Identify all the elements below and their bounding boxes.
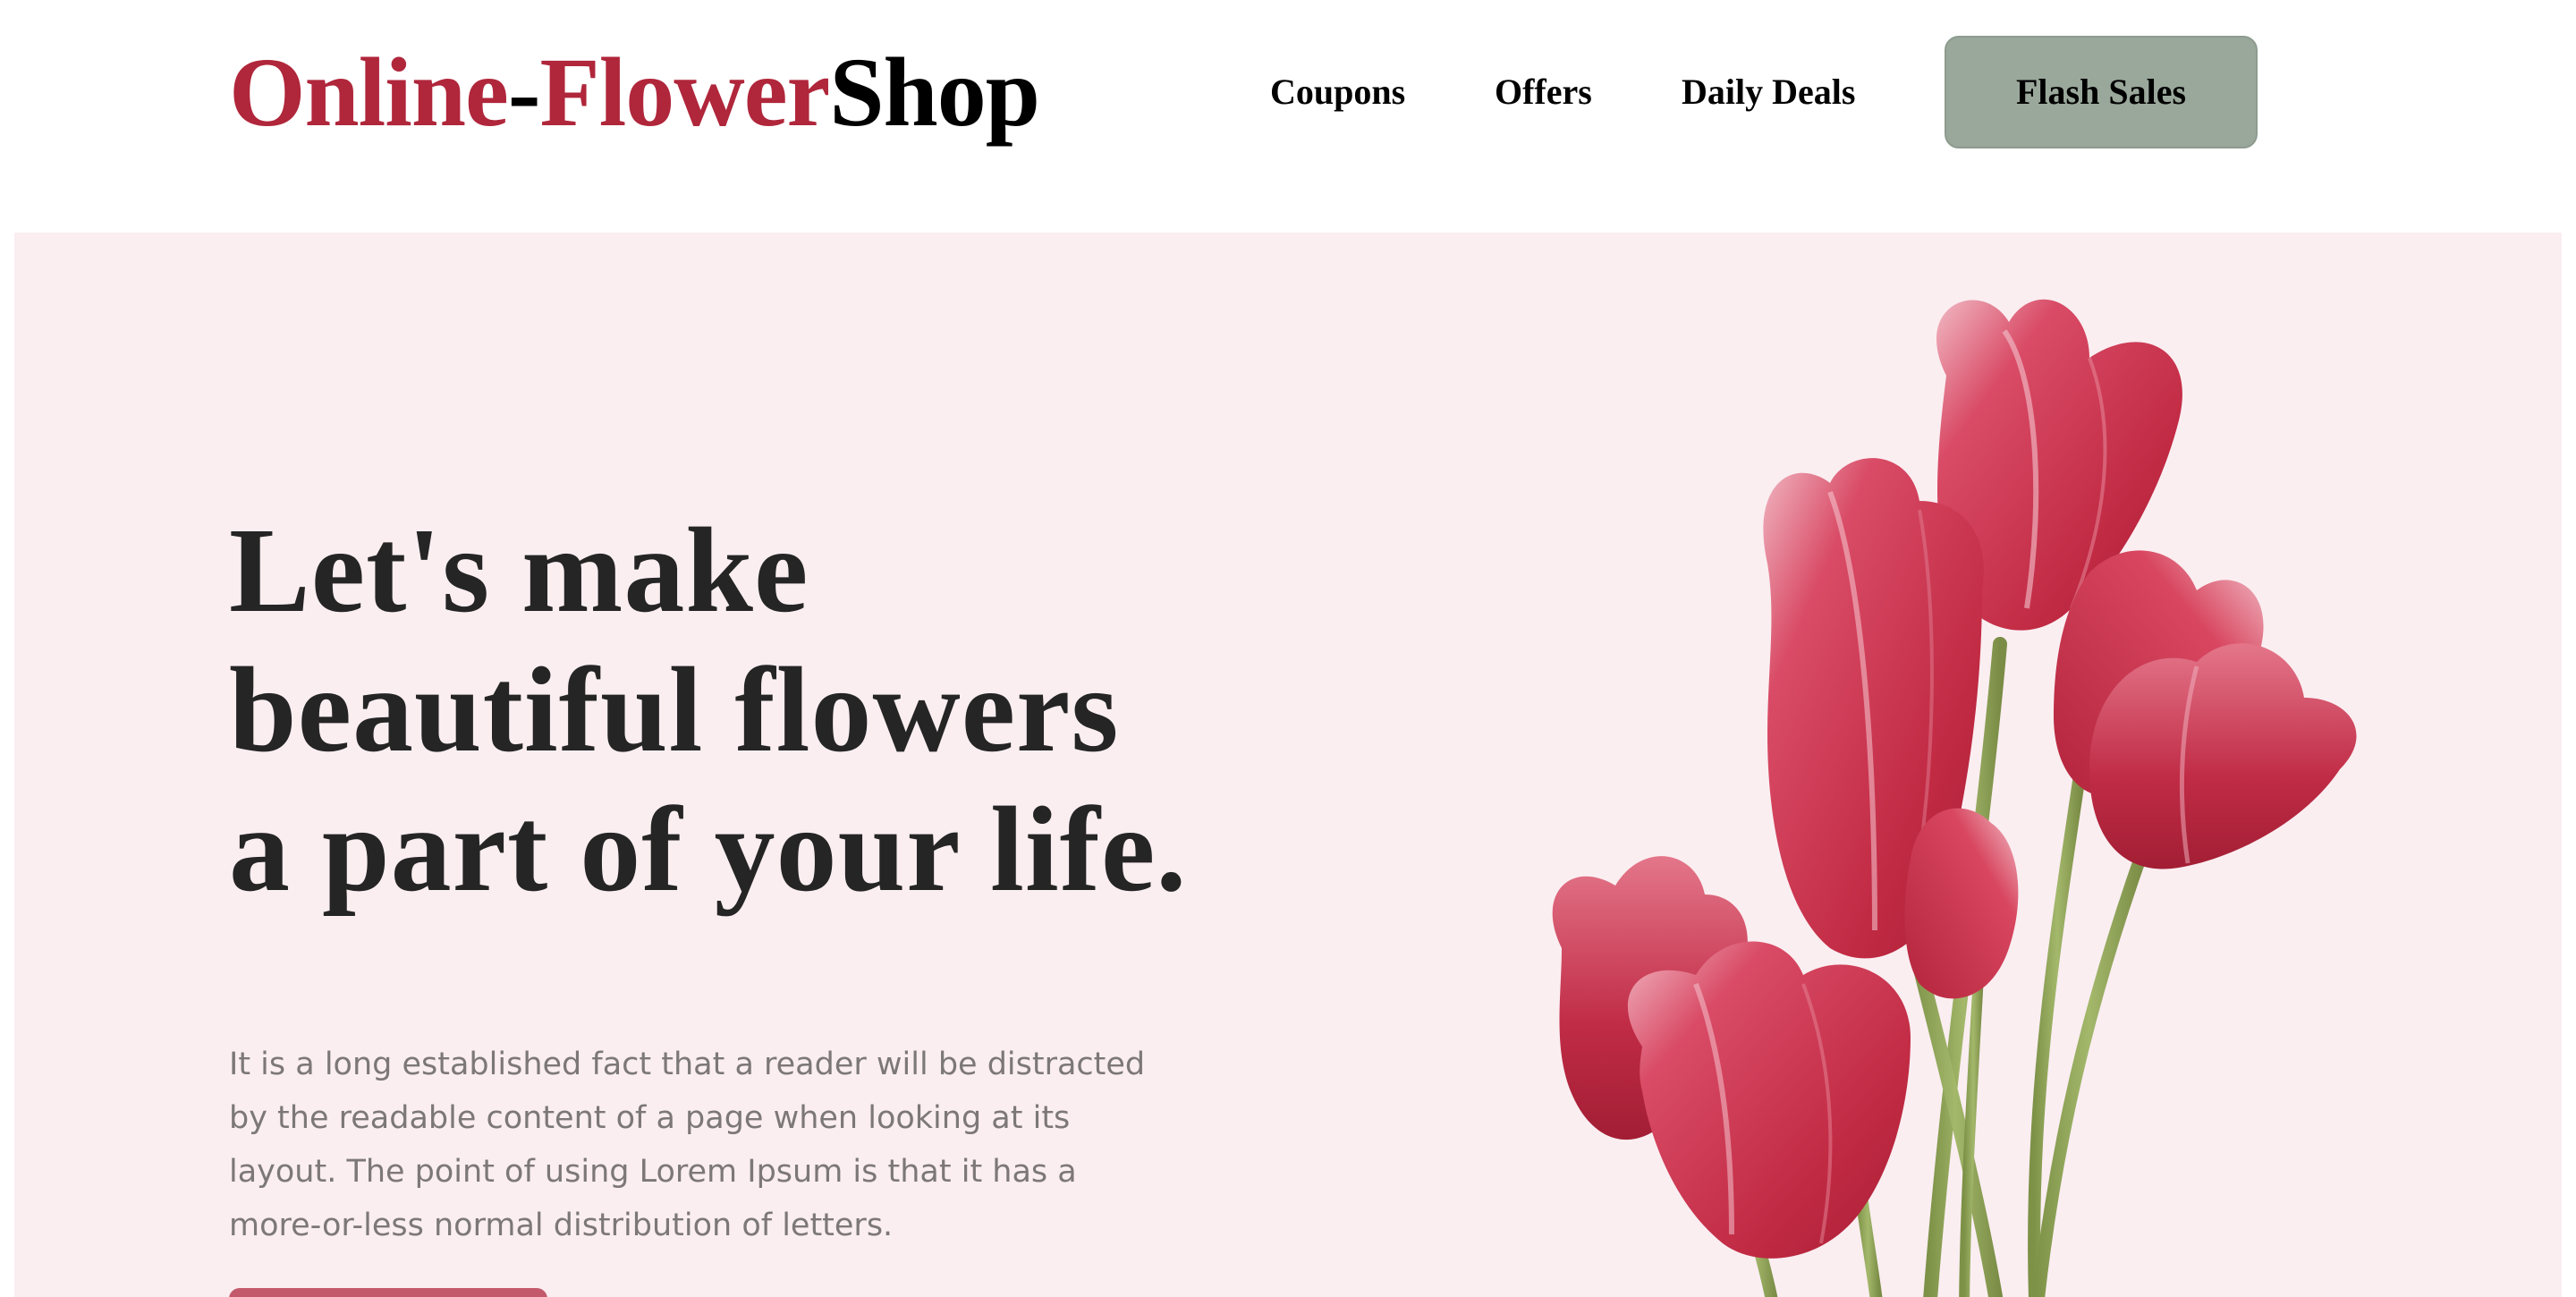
nav-link-offers[interactable]: Offers: [1495, 36, 1592, 148]
hero-cta-button[interactable]: [229, 1288, 547, 1297]
hero-section: Let's make beautiful flowers a part of y…: [14, 233, 2562, 1297]
site-header: Online-FlowerShop Coupons Offers Daily D…: [0, 0, 2576, 233]
logo-word-flower: Flower: [539, 38, 831, 147]
flash-sales-button[interactable]: Flash Sales: [1945, 36, 2258, 148]
hero-title-line-2: beautiful flowers: [229, 643, 1120, 777]
hero-description: It is a long established fact that a rea…: [229, 1047, 1146, 1243]
logo-dash: -: [507, 38, 541, 147]
logo-word-online: Online: [229, 38, 509, 147]
hero-title-line-1: Let's make: [229, 504, 809, 638]
hero-title-line-3: a part of your life.: [229, 783, 1188, 917]
logo-word-shop: Shop: [829, 38, 1040, 147]
hero-title: Let's make beautiful flowers a part of y…: [229, 501, 1302, 920]
tulip-far-right: [2089, 643, 2357, 869]
nav-link-coupons[interactable]: Coupons: [1270, 36, 1405, 148]
site-logo[interactable]: Online-FlowerShop: [229, 34, 1040, 150]
tulip-mid-behind: [1904, 808, 2019, 999]
nav-link-daily-deals[interactable]: Daily Deals: [1682, 36, 1855, 148]
tulips-image: [1552, 299, 2357, 1297]
